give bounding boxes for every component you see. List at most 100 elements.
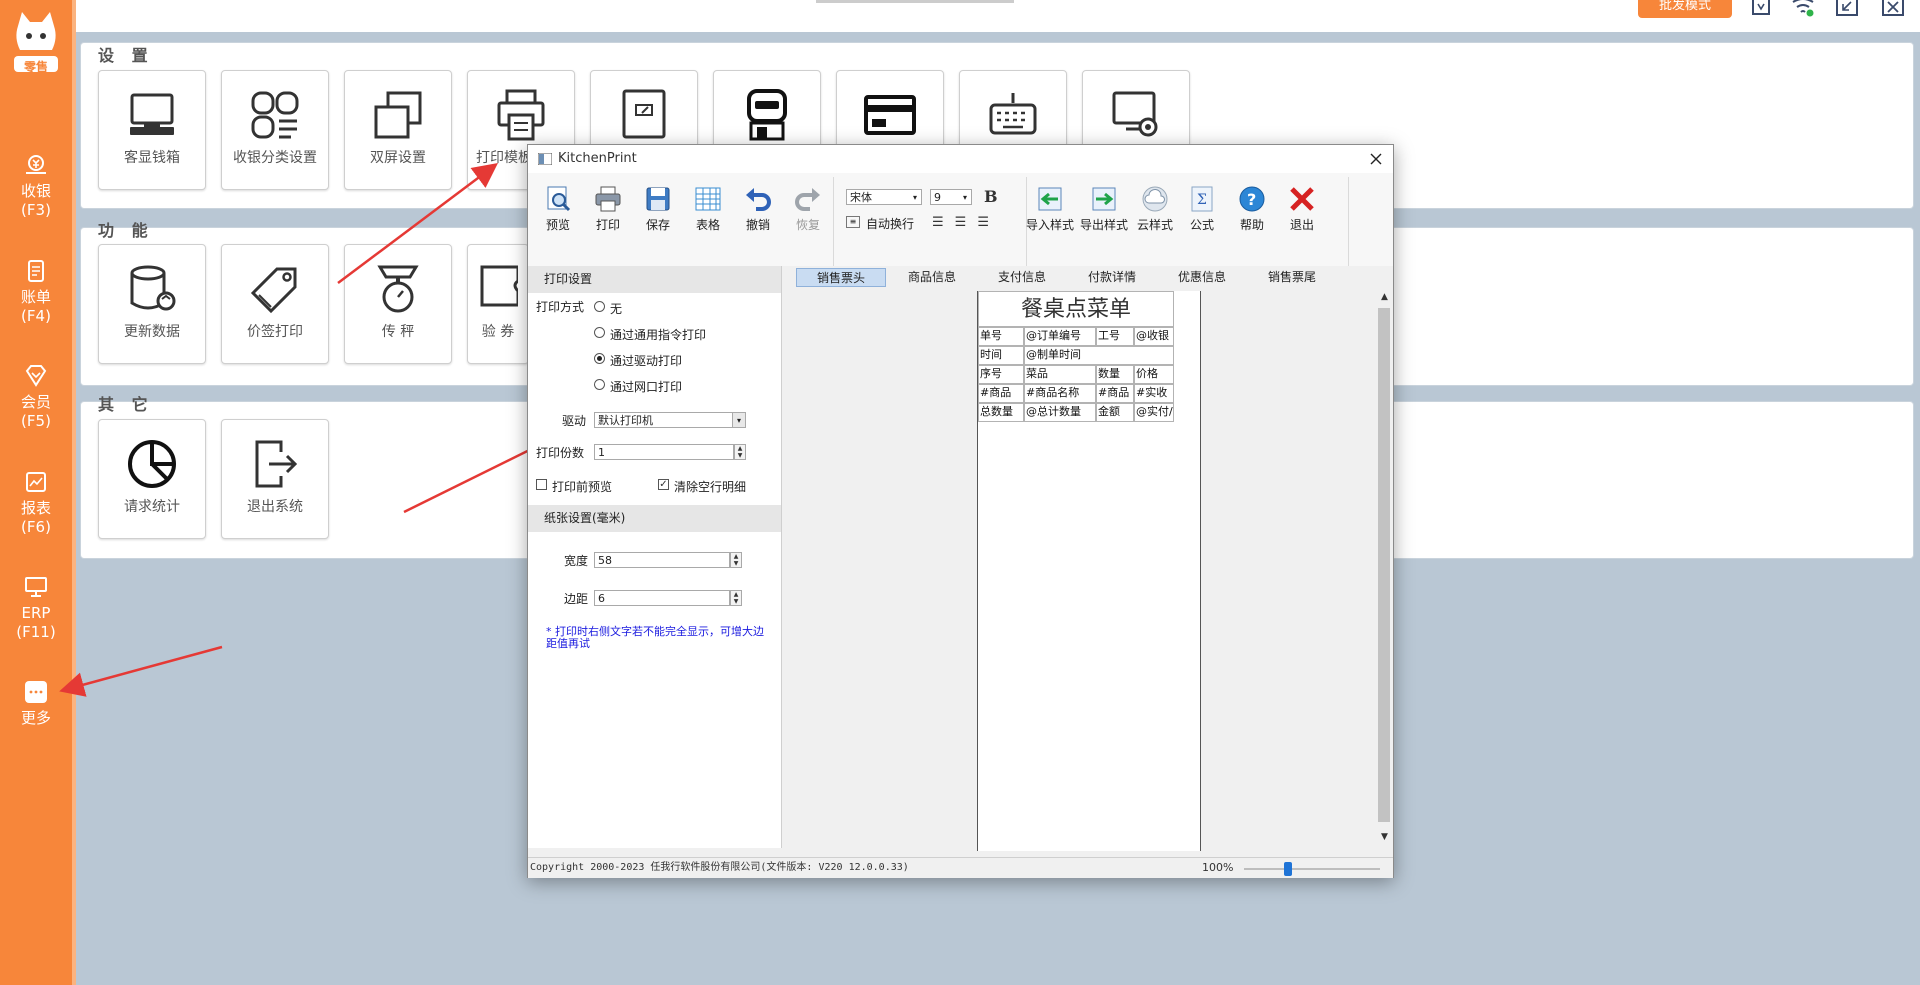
align-right-icon[interactable]: ☰ bbox=[977, 215, 1000, 230]
tab-discount-info[interactable]: 优惠信息 bbox=[1158, 268, 1246, 287]
table-button[interactable]: 表格 bbox=[686, 185, 730, 233]
copies-input[interactable]: 1 bbox=[594, 444, 734, 460]
sidebar-item-checkout[interactable]: 收银 (F3) bbox=[0, 152, 72, 220]
font-name-select[interactable]: 宋体 ▾ bbox=[846, 189, 922, 205]
scroll-down-icon[interactable]: ▼ bbox=[1381, 832, 1388, 842]
dropdown-arrow-icon[interactable]: ▾ bbox=[732, 413, 745, 427]
receipt-cell[interactable]: 工号 bbox=[1096, 327, 1134, 346]
zoom-slider-thumb[interactable] bbox=[1284, 862, 1292, 876]
tile-price-tag-print[interactable]: 价签打印 bbox=[221, 244, 329, 364]
align-buttons[interactable]: ☰☰☰ bbox=[932, 215, 1000, 230]
checkbox[interactable] bbox=[536, 479, 547, 490]
tile-exit-system[interactable]: 退出系统 bbox=[221, 419, 329, 539]
checkbox-checked[interactable]: ✓ bbox=[658, 479, 669, 490]
receipt-cell[interactable]: 时间 bbox=[978, 346, 1024, 365]
receipt-cell[interactable]: @订单编号 bbox=[1024, 327, 1096, 346]
tile-verify-coupon[interactable]: 验 券 bbox=[467, 244, 529, 364]
receipt-cell[interactable]: #商品 bbox=[1096, 384, 1134, 403]
font-size-select[interactable]: 9 ▾ bbox=[930, 189, 972, 205]
export-icon bbox=[1092, 187, 1116, 211]
database-refresh-icon bbox=[130, 265, 176, 311]
sidebar-item-more[interactable]: 更多 bbox=[0, 679, 72, 728]
save-button[interactable]: 保存 bbox=[636, 185, 680, 233]
paper-width-stepper[interactable]: ▲ ▼ bbox=[730, 552, 742, 568]
cloud-style-button[interactable]: 云样式 bbox=[1130, 185, 1180, 233]
tab-payment-details[interactable]: 付款详情 bbox=[1068, 268, 1156, 287]
print-method-label: 打印方式 bbox=[536, 300, 585, 314]
close-icon[interactable] bbox=[1370, 153, 1382, 165]
wholesale-mode-button[interactable]: 批发模式 bbox=[1638, 0, 1732, 18]
copies-stepper[interactable]: ▲ ▼ bbox=[734, 444, 746, 460]
align-center-icon[interactable]: ☰ bbox=[955, 215, 978, 230]
scrollbar-thumb[interactable] bbox=[1378, 308, 1390, 822]
svg-text:?: ? bbox=[1247, 190, 1256, 209]
receipt-cell[interactable]: @制单时间 bbox=[1024, 346, 1174, 365]
scroll-up-icon[interactable]: ▲ bbox=[1381, 292, 1388, 302]
formula-button[interactable]: Σ 公式 bbox=[1180, 185, 1224, 233]
formula-icon: Σ bbox=[1191, 186, 1213, 212]
receipt-cell[interactable]: 序号 bbox=[978, 365, 1024, 384]
receipt-title[interactable]: 餐桌点菜单 bbox=[978, 291, 1174, 327]
print-button[interactable]: 打印 bbox=[586, 185, 630, 233]
receipt-cell[interactable]: 单号 bbox=[978, 327, 1024, 346]
receipt-cell[interactable]: 总数量 bbox=[978, 403, 1024, 422]
import-icon bbox=[1038, 187, 1062, 211]
import-style-label: 导入样式 bbox=[1025, 218, 1074, 232]
sidebar-item-erp[interactable]: ERP (F11) bbox=[0, 574, 72, 642]
tile-category-settings[interactable]: 收银分类设置 bbox=[221, 70, 329, 190]
exit-button[interactable]: 退出 bbox=[1280, 185, 1324, 233]
preview-label: 预览 bbox=[545, 218, 570, 232]
export-style-button[interactable]: 导出样式 bbox=[1076, 185, 1132, 233]
receipt-cell[interactable]: #商品 bbox=[978, 384, 1024, 403]
margin-label: 边距 bbox=[564, 592, 589, 606]
bookmark-icon[interactable] bbox=[1748, 0, 1774, 18]
receipt-cell[interactable]: @总计数量 bbox=[1024, 403, 1096, 422]
receipt-cell[interactable]: @收银 bbox=[1134, 327, 1174, 346]
bold-button[interactable]: B bbox=[984, 187, 998, 206]
radio-button[interactable] bbox=[594, 379, 605, 390]
redo-button[interactable]: 恢复 bbox=[786, 185, 830, 233]
margin-stepper[interactable]: ▲ ▼ bbox=[730, 590, 742, 606]
close-window-icon[interactable] bbox=[1880, 0, 1906, 18]
tile-dual-screen-settings[interactable]: 双屏设置 bbox=[344, 70, 452, 190]
printer-icon bbox=[497, 89, 545, 141]
vertical-scrollbar[interactable]: ▲ ▼ bbox=[1376, 288, 1392, 849]
driver-select[interactable]: 默认打印机 ▾ bbox=[594, 412, 746, 428]
sidebar-item-members[interactable]: 会员 (F5) bbox=[0, 363, 72, 431]
driver-value: 默认打印机 bbox=[598, 414, 653, 427]
tab-sales-header[interactable]: 销售票头 bbox=[796, 268, 886, 287]
shrink-window-icon[interactable] bbox=[1834, 0, 1860, 18]
sidebar-item-reports[interactable]: 报表 (F6) bbox=[0, 469, 72, 537]
paper-width-input[interactable]: 58 bbox=[594, 552, 730, 568]
receipt-cell[interactable]: #实收 bbox=[1134, 384, 1174, 403]
auto-wrap-button[interactable]: ≡ 自动换行 bbox=[846, 215, 914, 232]
tile-send-to-scale[interactable]: 传 秤 bbox=[344, 244, 452, 364]
tab-payment-info[interactable]: 支付信息 bbox=[978, 268, 1066, 287]
receipt-cell[interactable]: 菜品 bbox=[1024, 365, 1096, 384]
help-button[interactable]: ? 帮助 bbox=[1230, 185, 1274, 233]
wifi-icon[interactable] bbox=[1790, 0, 1816, 18]
monitor-gear-icon bbox=[1112, 91, 1158, 137]
receipt-cell[interactable]: 金额 bbox=[1096, 403, 1134, 422]
receipt-cell[interactable]: 价格 bbox=[1134, 365, 1174, 384]
tile-customer-display-cash-drawer[interactable]: 客显钱箱 bbox=[98, 70, 206, 190]
align-left-icon[interactable]: ☰ bbox=[932, 215, 955, 230]
receipt-cell[interactable]: @实付/ bbox=[1134, 403, 1174, 422]
zoom-slider-track[interactable] bbox=[1244, 868, 1380, 870]
undo-button[interactable]: 撤销 bbox=[736, 185, 780, 233]
import-style-button[interactable]: 导入样式 bbox=[1022, 185, 1078, 233]
preview-button[interactable]: 预览 bbox=[536, 185, 580, 233]
receipt-cell[interactable]: #商品名称 bbox=[1024, 384, 1096, 403]
tab-sales-footer[interactable]: 销售票尾 bbox=[1248, 268, 1336, 287]
computer-icon bbox=[130, 93, 174, 135]
sidebar-item-bills[interactable]: 账单 (F4) bbox=[0, 258, 72, 326]
radio-button-selected[interactable] bbox=[594, 353, 605, 364]
margin-input[interactable]: 6 bbox=[594, 590, 730, 606]
receipt-cell[interactable]: 数量 bbox=[1096, 365, 1134, 384]
radio-button[interactable] bbox=[594, 301, 605, 312]
tile-update-data[interactable]: 更新数据 bbox=[98, 244, 206, 364]
weighing-scale-icon bbox=[377, 265, 419, 313]
tile-request-statistics[interactable]: 请求统计 bbox=[98, 419, 206, 539]
radio-button[interactable] bbox=[594, 327, 605, 338]
tab-product-info[interactable]: 商品信息 bbox=[888, 268, 976, 287]
